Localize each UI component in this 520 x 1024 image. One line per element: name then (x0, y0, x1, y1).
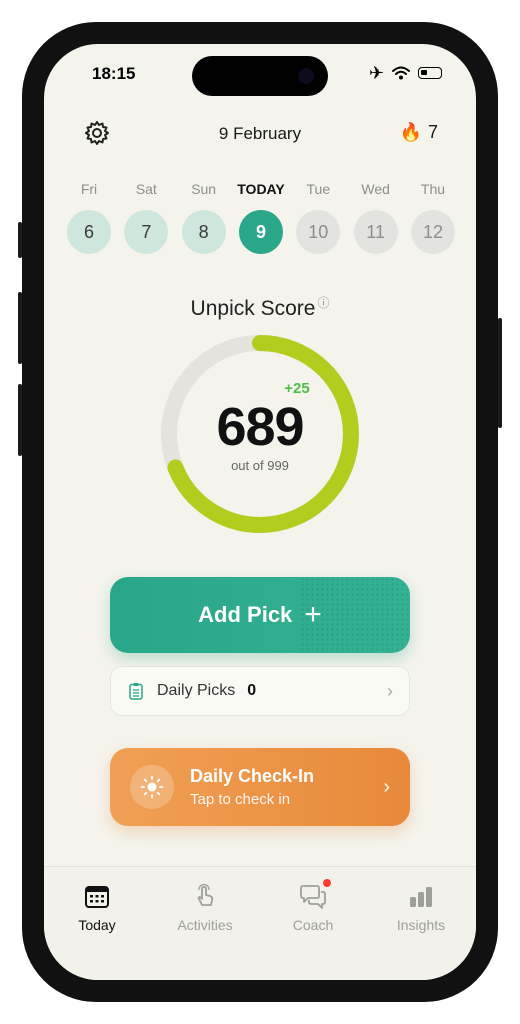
bar-chart-icon (410, 887, 432, 907)
daily-checkin-button[interactable]: Daily Check-In Tap to check in › (110, 748, 410, 826)
checkin-subtitle: Tap to check in (190, 791, 291, 808)
status-time: 18:15 (92, 64, 136, 83)
day-today[interactable]: TODAY 9 (237, 180, 285, 254)
status-icons: ✈ (369, 64, 442, 82)
daily-picks-label: Daily Picks (157, 682, 236, 699)
add-pick-button[interactable]: Add Pick + (110, 577, 410, 653)
day-number[interactable]: 6 (67, 210, 111, 254)
checkin-text: Daily Check-In Tap to check in (190, 766, 314, 808)
tab-label: Activities (177, 917, 233, 933)
day-sat[interactable]: Sat 7 (124, 180, 169, 254)
clipboard-icon (129, 683, 143, 700)
day-fri[interactable]: Fri 6 (67, 180, 111, 254)
notification-dot (323, 879, 331, 887)
day-thu[interactable]: Thu 12 (410, 180, 455, 254)
streak-count: 7 (427, 122, 438, 142)
plus-icon: + (304, 598, 322, 631)
battery-icon (418, 67, 442, 79)
day-number[interactable]: 9 (238, 210, 283, 254)
hand-tap-icon (197, 883, 214, 906)
chevron-right-icon: › (387, 680, 393, 701)
day-number[interactable]: 12 (410, 210, 455, 254)
tab-activities[interactable]: Activities (160, 883, 250, 933)
tab-label: Today (78, 917, 116, 933)
day-tue[interactable]: Tue 10 (296, 180, 341, 254)
day-sun[interactable]: Sun 8 (181, 180, 226, 254)
score-delta: +25 (284, 380, 310, 397)
chat-bubbles-icon (299, 879, 331, 911)
tab-coach[interactable]: Coach (268, 879, 358, 933)
tab-bar: Today Activities Coach Insights (44, 866, 476, 980)
tab-label: Coach (292, 917, 334, 933)
airplane-icon: ✈ (368, 63, 384, 83)
day-wed[interactable]: Wed 11 (353, 180, 398, 254)
daily-picks-row[interactable]: Daily Picks 0 › (110, 666, 410, 716)
flame-icon: 🔥 (399, 122, 422, 142)
chevron-right-icon: › (383, 775, 390, 798)
tab-label: Insights (396, 917, 446, 933)
wifi-icon (392, 66, 410, 80)
sun-icon (130, 765, 174, 809)
tab-today[interactable]: Today (52, 883, 142, 933)
week-strip: Fri 6 Sat 7 Sun 8 TODAY 9 Tue 10 Wed 11 … (67, 180, 455, 254)
action-button (18, 222, 22, 258)
camera-icon (298, 68, 314, 84)
day-number[interactable]: 8 (181, 210, 226, 254)
day-label: Fri (80, 181, 98, 197)
day-label: Wed (361, 181, 390, 197)
score-label: Unpick Score ⓘ (44, 294, 476, 321)
header: 9 February 🔥 7 (44, 118, 476, 150)
daily-picks-count: 0 (247, 682, 257, 699)
day-label: Tue (306, 181, 331, 197)
dynamic-island (192, 56, 328, 96)
info-icon[interactable]: ⓘ (317, 296, 329, 310)
add-pick-label: Add Pick (198, 602, 293, 627)
day-label: Sun (191, 181, 217, 197)
power-button (498, 318, 502, 428)
day-number[interactable]: 7 (124, 210, 169, 254)
score-max: out of 999 (231, 458, 289, 473)
calendar-icon (85, 886, 109, 908)
volume-up-button (18, 292, 22, 364)
volume-down-button (18, 384, 22, 456)
streak-badge[interactable]: 🔥 7 (400, 122, 438, 143)
day-number[interactable]: 10 (296, 210, 341, 254)
score-value: 689 (216, 397, 304, 457)
score-label-text: Unpick Score (190, 297, 316, 320)
checkin-title: Daily Check-In (190, 766, 315, 786)
tab-insights[interactable]: Insights (376, 883, 466, 933)
day-label: TODAY (237, 181, 285, 197)
day-number[interactable]: 11 (353, 210, 398, 254)
day-label: Thu (420, 181, 446, 197)
day-label: Sat (135, 181, 157, 197)
app-screen: 18:15 ✈ 9 February 🔥 7 Fri 6 Sat 7 Sun 8… (44, 44, 476, 980)
